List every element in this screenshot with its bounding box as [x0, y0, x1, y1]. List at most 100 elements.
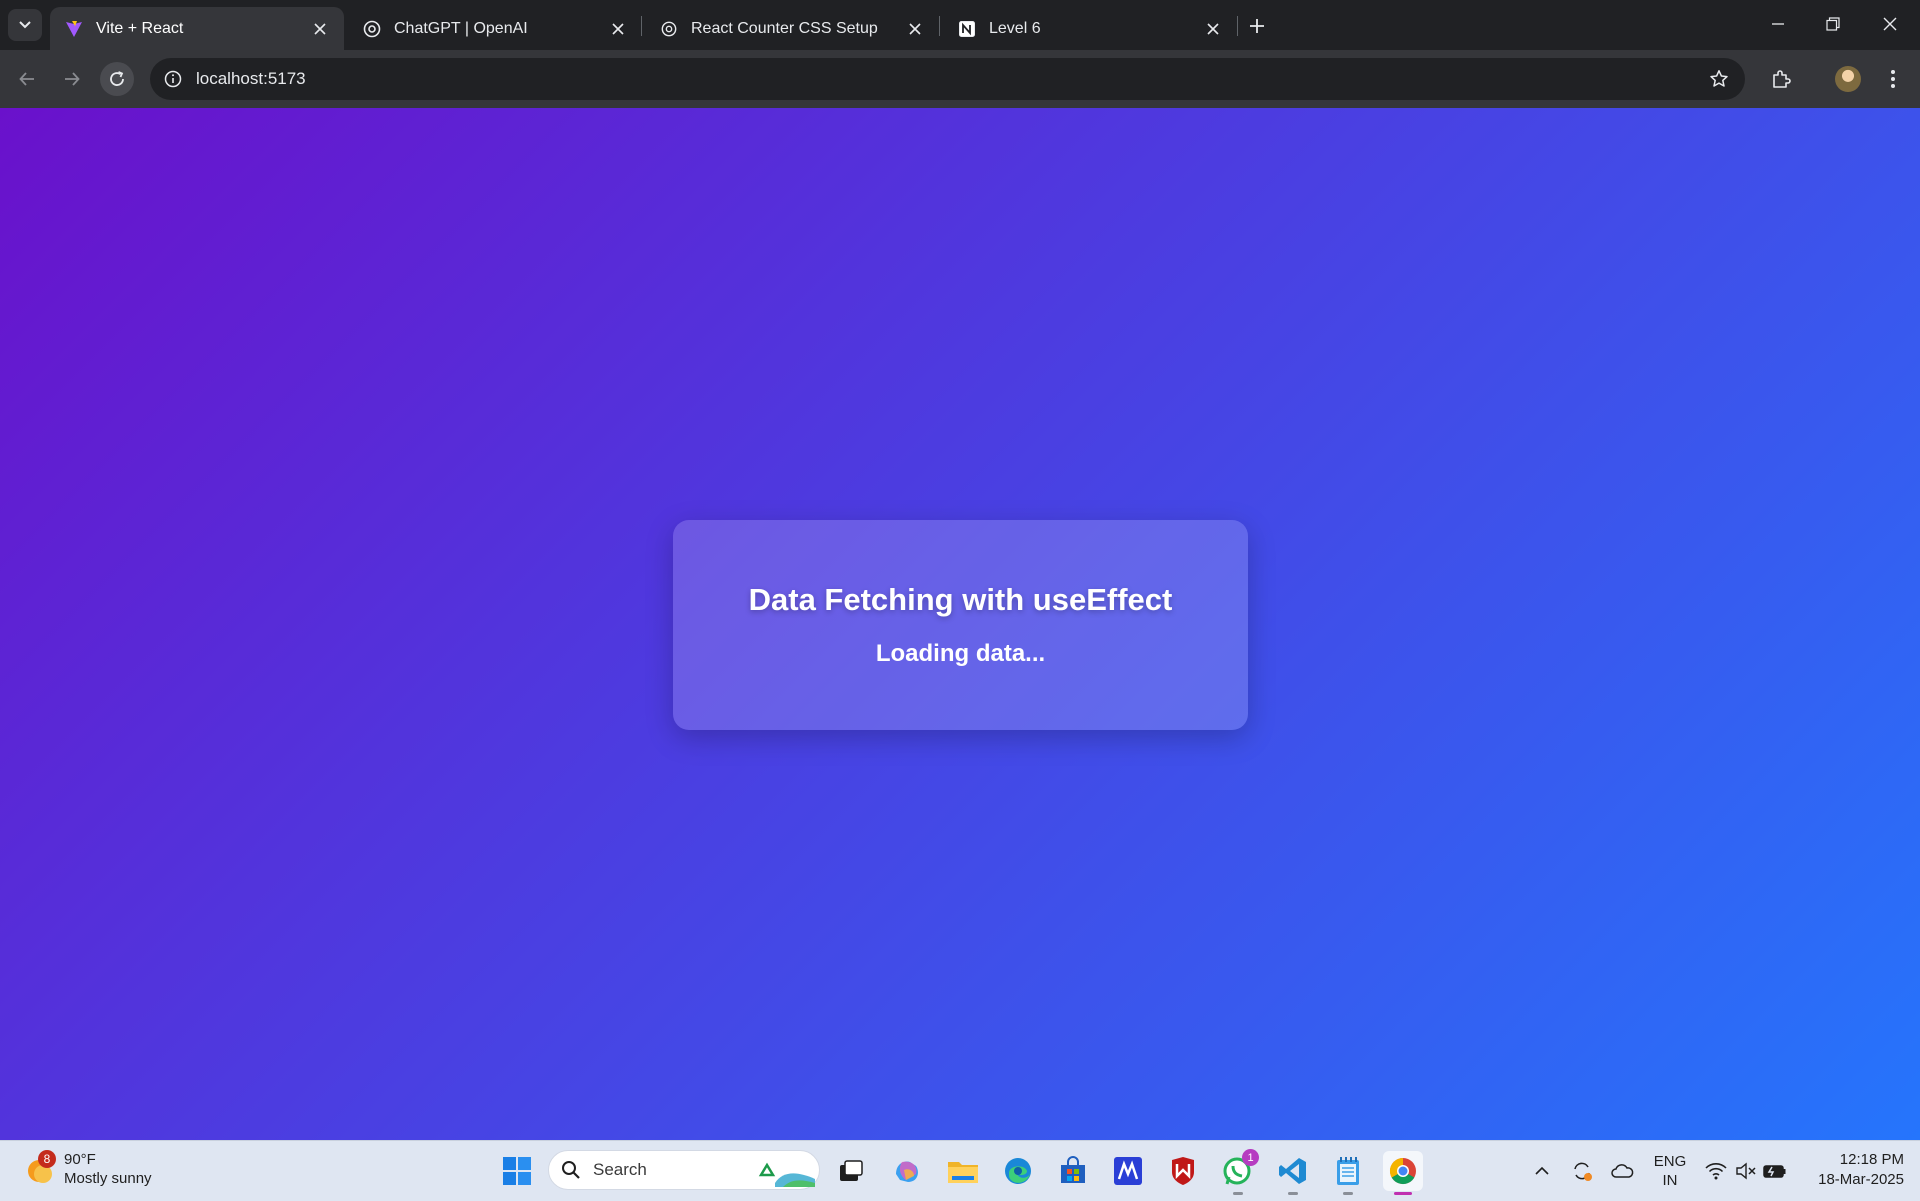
edge-icon: [1005, 1158, 1031, 1184]
forward-button[interactable]: [55, 62, 89, 96]
close-icon: [1883, 17, 1897, 31]
tab-separator: [939, 16, 940, 36]
taskbar-app-notepad[interactable]: [1328, 1151, 1368, 1195]
weather-badge: 8: [38, 1150, 56, 1168]
copilot-icon: [896, 1161, 918, 1182]
reload-icon: [110, 71, 124, 86]
openai-icon: [659, 19, 679, 39]
reload-button[interactable]: [100, 62, 134, 96]
running-indicator: [1288, 1192, 1298, 1195]
vscode-icon: [1279, 1158, 1306, 1184]
search-placeholder: Search: [593, 1160, 647, 1179]
taskbar-clock[interactable]: 12:18 PM 18-Mar-2025: [1800, 1150, 1904, 1190]
restore-icon: [1826, 17, 1840, 31]
tab-chatgpt[interactable]: ChatGPT | OpenAI: [348, 7, 642, 50]
close-icon[interactable]: [608, 19, 628, 39]
page-viewport: Data Fetching with useEffect Loading dat…: [0, 108, 1920, 1140]
close-icon[interactable]: [1203, 19, 1223, 39]
taskbar-app-whatsapp[interactable]: 1: [1218, 1149, 1259, 1195]
battery-icon[interactable]: [1763, 1159, 1787, 1183]
wifi-icon[interactable]: [1704, 1159, 1728, 1183]
weather-widget[interactable]: 8 90°F Mostly sunny: [24, 1150, 152, 1188]
recycle-highlight-icon: [758, 1162, 815, 1187]
puzzle-icon: [1773, 70, 1791, 88]
tab-title: React Counter CSS Setup: [691, 19, 878, 37]
tab-vite-react[interactable]: Vite + React: [50, 7, 344, 50]
tab-react-counter[interactable]: React Counter CSS Setup: [645, 7, 939, 50]
tab-separator: [641, 16, 642, 36]
taskbar-app-vscode[interactable]: [1273, 1151, 1313, 1195]
address-bar[interactable]: localhost:5173: [150, 58, 1745, 100]
more-vert-icon: [1891, 70, 1895, 88]
onedrive-cloud-icon[interactable]: [1610, 1159, 1634, 1183]
tab-title: Vite + React: [96, 19, 184, 37]
restore-button[interactable]: [1813, 8, 1853, 40]
running-indicator: [1343, 1192, 1353, 1195]
browser-menu-button[interactable]: [1876, 62, 1910, 96]
chevron-down-icon: [19, 21, 31, 29]
minimize-icon: [1772, 23, 1784, 25]
start-button[interactable]: [497, 1151, 537, 1191]
windows-taskbar: 8 90°F Mostly sunny Search 1 ENG IN 12:1…: [0, 1140, 1920, 1201]
task-view-button[interactable]: [831, 1151, 871, 1191]
tab-strip: Vite + React ChatGPT | OpenAI React Coun…: [0, 0, 1920, 50]
bookmark-star-icon[interactable]: [1707, 67, 1731, 91]
url-text[interactable]: localhost:5173: [196, 69, 1707, 89]
openai-icon: [362, 19, 382, 39]
clock-date: 18-Mar-2025: [1818, 1171, 1904, 1188]
site-info-icon[interactable]: [162, 68, 184, 90]
minimize-button[interactable]: [1758, 8, 1798, 40]
close-window-button[interactable]: [1870, 8, 1910, 40]
close-icon[interactable]: [905, 19, 925, 39]
profile-avatar[interactable]: [1835, 66, 1861, 92]
browser-toolbar: localhost:5173: [0, 50, 1920, 108]
language-code: ENG: [1653, 1153, 1687, 1170]
search-icon: [562, 1161, 580, 1179]
weather-temp: 90°F: [64, 1151, 96, 1168]
folder-icon: [948, 1162, 978, 1183]
data-card: Data Fetching with useEffect Loading dat…: [673, 520, 1248, 730]
arrow-right-icon: [65, 72, 80, 86]
running-indicator: [1394, 1192, 1412, 1195]
taskbar-app-chrome[interactable]: [1383, 1151, 1423, 1195]
tab-level-6[interactable]: Level 6: [943, 7, 1237, 50]
taskbar-app-edge[interactable]: [998, 1151, 1038, 1191]
vite-icon: [64, 19, 84, 39]
taskbar-app-store[interactable]: [1053, 1151, 1093, 1191]
store-icon: [1061, 1156, 1085, 1183]
m-app-icon: [1114, 1157, 1142, 1185]
taskbar-search[interactable]: Search: [548, 1150, 820, 1190]
taskbar-app-mcafee[interactable]: [1163, 1151, 1203, 1191]
taskbar-app-file-explorer[interactable]: [943, 1151, 983, 1191]
tab-title: ChatGPT | OpenAI: [394, 19, 528, 37]
chrome-icon: [1389, 1157, 1416, 1185]
show-hidden-icons-button[interactable]: [1530, 1159, 1554, 1183]
weather-sun-icon: 8: [24, 1150, 58, 1186]
weather-condition: Mostly sunny: [64, 1170, 152, 1187]
sync-tray-icon[interactable]: [1570, 1159, 1594, 1183]
tab-separator: [1237, 16, 1238, 36]
close-icon[interactable]: [310, 19, 330, 39]
language-indicator[interactable]: ENG IN: [1650, 1152, 1690, 1190]
back-button[interactable]: [10, 62, 44, 96]
arrow-left-icon: [19, 72, 34, 86]
tab-search-button[interactable]: [8, 9, 42, 41]
extensions-button[interactable]: [1764, 62, 1798, 96]
tab-title: Level 6: [989, 19, 1041, 37]
taskbar-app-copilot[interactable]: [887, 1151, 927, 1191]
volume-muted-icon[interactable]: [1734, 1159, 1758, 1183]
windows-logo-icon: [503, 1157, 531, 1185]
new-tab-button[interactable]: [1243, 12, 1271, 40]
plus-icon: [1250, 19, 1264, 33]
taskbar-app-m-editor[interactable]: [1108, 1151, 1148, 1191]
whatsapp-badge: 1: [1242, 1149, 1259, 1166]
running-indicator: [1233, 1192, 1243, 1195]
region-code: IN: [1662, 1172, 1678, 1189]
mcafee-shield-icon: [1172, 1157, 1194, 1185]
loading-status: Loading data...: [875, 640, 1046, 667]
notepad-icon: [1337, 1157, 1359, 1185]
notion-icon: [957, 19, 977, 39]
chevron-up-icon: [1535, 1166, 1549, 1175]
page-heading: Data Fetching with useEffect: [748, 582, 1173, 617]
task-view-icon: [840, 1160, 863, 1181]
